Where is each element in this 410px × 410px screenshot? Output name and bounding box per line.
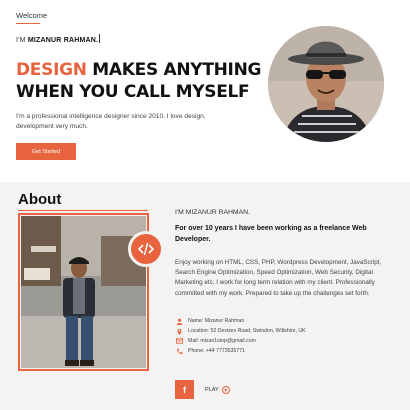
greeting: I'M MIZANUR RAHMAN.: [16, 34, 101, 44]
facebook-button[interactable]: f: [175, 380, 194, 399]
headline-line2: WHEN YOU CALL MYSELF: [16, 82, 250, 102]
about-underline: [18, 210, 148, 211]
info-location: Location: 52 Devizes Road, Swindon, Wilt…: [175, 326, 306, 336]
about-description: Enjoy working on HTML, CSS, PHP, Wordpre…: [175, 259, 382, 297]
headline-line1: MAKES ANYTHING: [86, 60, 262, 80]
typing-cursor: [99, 34, 101, 43]
about-experience: For over 10 years I have been working as…: [175, 225, 367, 243]
greeting-name: MIZANUR RAHMAN.: [27, 37, 99, 44]
play-button[interactable]: PLAY: [205, 386, 230, 394]
user-icon: [175, 317, 183, 325]
welcome-underline: [16, 23, 40, 24]
phone-icon: [175, 347, 183, 355]
play-label: PLAY: [205, 387, 219, 393]
get-started-button[interactable]: Get Started: [16, 143, 76, 160]
hero-section: Welcome I'M MIZANUR RAHMAN. DESIGN MAKES…: [0, 0, 410, 182]
facebook-icon: f: [183, 384, 186, 395]
info-mail: Mail: mizan1stop@gmail.com: [175, 336, 306, 346]
code-badge: [128, 231, 164, 267]
about-photo-image: [21, 216, 146, 368]
info-name: Name: Mizanur Rahman: [175, 316, 306, 326]
info-name-text: Name: Mizanur Rahman: [188, 318, 245, 324]
headline: DESIGN MAKES ANYTHING WHEN YOU CALL MYSE…: [16, 59, 261, 103]
location-pin-icon: [175, 327, 183, 335]
play-icon: [221, 386, 230, 394]
about-name: I'M MIZANUR RAHMAN.: [175, 209, 250, 216]
about-title: About: [18, 191, 62, 208]
info-location-text: Location: 52 Devizes Road, Swindon, Wilt…: [188, 328, 306, 334]
about-section: About I'M MIZANUR RAHMAN. For over 10 ye…: [0, 182, 410, 410]
code-icon: [138, 242, 154, 256]
headline-accent: DESIGN: [16, 60, 87, 80]
about-photo: [21, 216, 146, 368]
info-mail-text[interactable]: Mail: mizan1stop@gmail.com: [188, 338, 256, 344]
mail-icon: [175, 337, 183, 345]
intro-text: I'm a professional intelligence designer…: [16, 113, 206, 130]
welcome-label: Welcome: [16, 11, 48, 20]
portrait-image: [268, 26, 384, 142]
contact-info-list: Name: Mizanur Rahman Location: 52 Devize…: [175, 316, 306, 356]
info-phone-text: Phone: +44 7773535771: [188, 348, 245, 354]
greeting-prefix: I'M: [16, 37, 26, 44]
avatar: [268, 26, 384, 142]
info-phone: Phone: +44 7773535771: [175, 346, 306, 356]
